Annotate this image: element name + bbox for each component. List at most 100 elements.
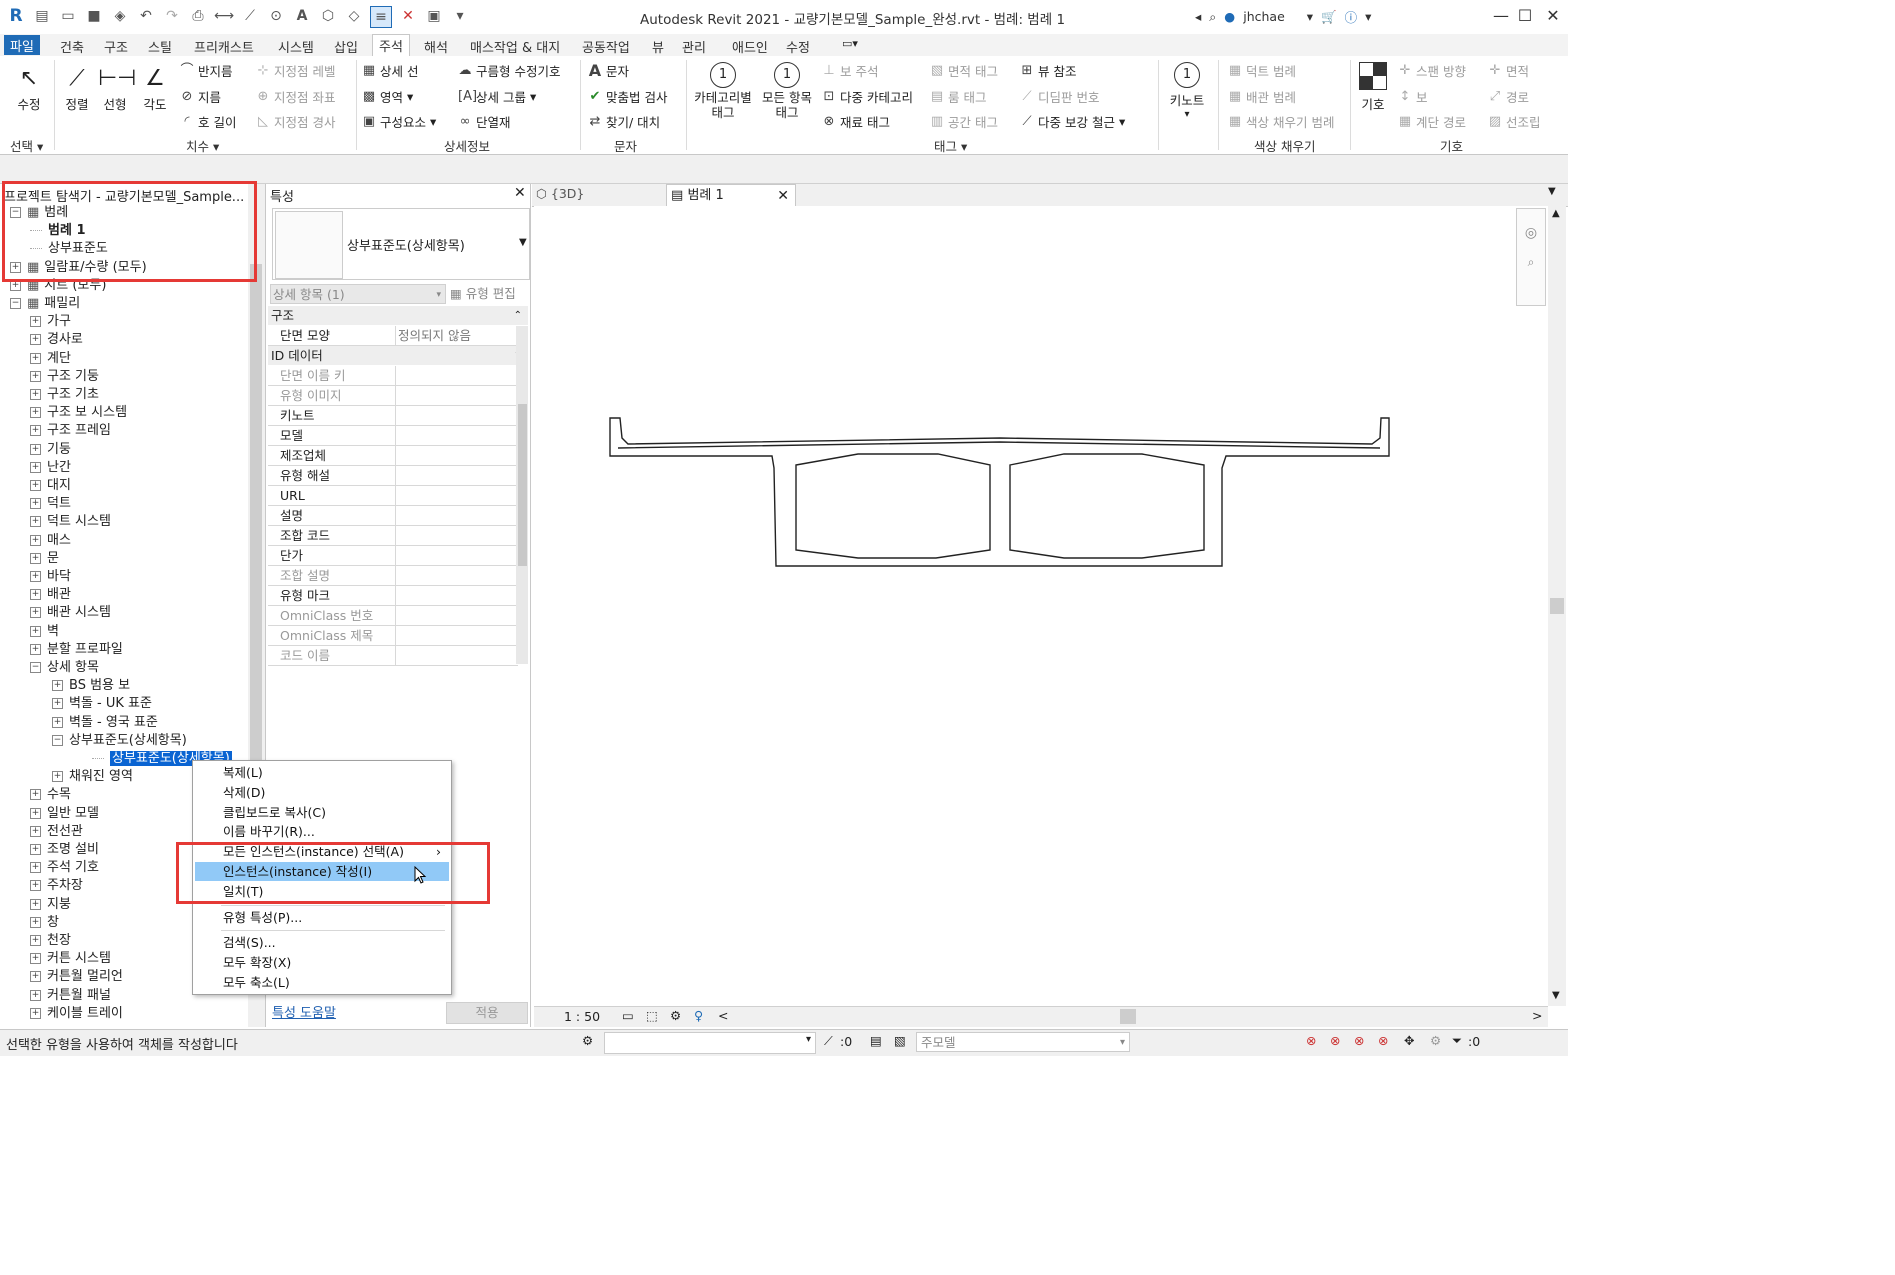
expand-icon[interactable]: + xyxy=(30,880,41,892)
tree-item[interactable]: + 구조 기초 xyxy=(30,386,99,404)
editable-only-icon[interactable]: ⟋ xyxy=(824,1033,833,1049)
dimension-icon[interactable]: ⟋ xyxy=(240,6,260,26)
expand-icon[interactable]: + xyxy=(30,789,41,801)
steering-wheel-icon[interactable]: ◎ xyxy=(1517,225,1545,241)
spot-coordinate-button[interactable]: ⊕ 지정점 좌표 xyxy=(256,87,336,106)
property-row[interactable]: 코드 이름 xyxy=(268,646,518,666)
duct-legend-button[interactable]: ▦ 덕트 범례 xyxy=(1228,61,1296,80)
ribbon-tab[interactable]: 해석 xyxy=(418,36,454,57)
expand-icon[interactable]: + xyxy=(30,516,41,528)
property-row[interactable]: 단면 이름 키 xyxy=(268,366,518,386)
expand-icon[interactable]: + xyxy=(30,625,41,637)
expand-icon[interactable]: + xyxy=(30,334,41,346)
property-row[interactable]: 단면 모양 정의되지 않음 xyxy=(268,326,518,346)
aligned-dimension-button[interactable]: ⟋ 정렬 xyxy=(60,64,94,113)
expand-icon[interactable]: + xyxy=(30,953,41,965)
area-symbol-button[interactable]: ✛ 면적 xyxy=(1488,61,1529,80)
tree-item[interactable]: + 전선관 xyxy=(30,823,83,841)
design-option-dropdown[interactable]: 주모델 ▾ xyxy=(916,1032,1130,1052)
diameter-dimension-button[interactable]: ⊘ 지름 xyxy=(180,87,221,106)
tree-item[interactable]: + 덕트 시스템 xyxy=(30,513,111,531)
tab-legend-1[interactable]: ▤ 범례 1 ✕ xyxy=(666,184,796,206)
visual-style-icon[interactable]: ⬚ xyxy=(646,1008,658,1023)
expand-icon[interactable]: + xyxy=(30,425,41,437)
property-value[interactable] xyxy=(395,506,520,525)
path-button[interactable]: ⤢ 경로 xyxy=(1488,87,1529,106)
save-icon[interactable]: ■ xyxy=(84,6,104,26)
property-scroll-thumb[interactable] xyxy=(518,404,527,566)
menu-item[interactable]: 모두 확장(X) xyxy=(195,953,449,972)
property-value[interactable] xyxy=(395,626,520,645)
pipe-legend-button[interactable]: ▦ 배관 범례 xyxy=(1228,87,1296,106)
tree-item[interactable]: − 상부표준도(상세항목) xyxy=(52,732,187,750)
ribbon-tab[interactable]: 삽입 xyxy=(328,36,364,57)
ribbon-tab[interactable]: 주석 xyxy=(372,34,410,57)
property-value[interactable] xyxy=(395,646,520,665)
property-value[interactable] xyxy=(395,406,520,425)
property-row[interactable]: 조합 코드 xyxy=(268,526,518,546)
detail-group-button[interactable]: [A] 상세 그룹 ▾ xyxy=(458,87,536,106)
expand-icon[interactable]: + xyxy=(30,352,41,364)
tree-item[interactable]: + 문 xyxy=(30,550,59,568)
expand-icon[interactable]: + xyxy=(30,844,41,855)
menu-item[interactable]: 검색(S)... xyxy=(195,933,449,952)
main-model-icon[interactable]: ▧ xyxy=(894,1033,906,1048)
expand-icon[interactable]: + xyxy=(30,643,41,655)
property-row[interactable]: 조합 설명 xyxy=(268,566,518,586)
tab-3d-view[interactable]: ⬡ {3D} xyxy=(536,186,584,201)
view-reference-button[interactable]: ⊞ 뷰 참조 xyxy=(1020,61,1077,80)
tree-item[interactable]: + 커튼월 패널 xyxy=(30,987,111,1005)
help-icon[interactable]: ⓘ xyxy=(1345,7,1358,26)
view-scale[interactable]: 1 : 50 xyxy=(564,1009,600,1024)
tag-icon[interactable]: ⊙ xyxy=(266,6,286,26)
chevron-up-icon[interactable]: ▲ xyxy=(1552,208,1560,219)
tree-item[interactable]: + 벽돌 - UK 표준 xyxy=(52,695,152,713)
tree-item[interactable]: + 벽 xyxy=(30,623,59,641)
instance-selector[interactable]: 상세 항목 (1) ▾ xyxy=(270,284,446,304)
close-hidden-icon[interactable]: ✕ xyxy=(398,6,418,26)
text-button[interactable]: A 문자 xyxy=(588,61,629,80)
tree-item[interactable]: + 창 xyxy=(30,914,59,932)
ribbon-tab[interactable]: 스틸 xyxy=(142,36,178,57)
type-selector[interactable]: 상부표준도(상세항목) ▼ xyxy=(272,208,530,280)
property-row[interactable]: 키노트 xyxy=(268,406,518,426)
expand-icon[interactable]: + xyxy=(30,807,41,819)
beam-annotation-button[interactable]: ⊥ 보 주석 xyxy=(822,61,878,80)
menu-item[interactable]: 삭제(D) xyxy=(195,783,449,802)
tree-item[interactable]: + 바닥 xyxy=(30,568,71,586)
expand-icon[interactable]: + xyxy=(30,589,41,601)
cart-icon[interactable]: 🛒 xyxy=(1321,9,1337,25)
tree-item[interactable]: + BS 범용 보 xyxy=(52,677,130,695)
area-tag-button[interactable]: ▧ 면적 태그 xyxy=(930,61,998,80)
chevron-down-icon[interactable]: ▾ xyxy=(1365,9,1371,24)
expand-icon[interactable]: + xyxy=(30,534,41,546)
panel-dimension-title[interactable]: 치수 ▾ xyxy=(186,136,219,155)
measure-icon[interactable]: ⟷ xyxy=(214,6,234,26)
switch-windows-icon[interactable]: ▣ xyxy=(424,6,444,26)
insulation-button[interactable]: ∞ 단열재 xyxy=(458,112,511,131)
expand-icon[interactable]: + xyxy=(30,607,41,619)
ribbon-tab[interactable]: 공동작업 xyxy=(576,36,636,57)
room-tag-button[interactable]: ▤ 룸 태그 xyxy=(930,87,987,106)
home-icon[interactable]: ▤ xyxy=(32,6,52,26)
open-icon[interactable]: ▭ xyxy=(58,6,78,26)
drawing-canvas[interactable]: ◎ ⌕ xyxy=(534,206,1548,1006)
chevron-down-icon[interactable]: ▼ xyxy=(1552,990,1560,1001)
user-name[interactable]: jhchae xyxy=(1243,9,1285,24)
drag-elements-icon[interactable]: ✥ xyxy=(1404,1033,1414,1048)
property-value[interactable]: 정의되지 않음 xyxy=(395,326,520,345)
3d-view-icon[interactable]: ⬡ xyxy=(318,6,338,26)
property-value[interactable] xyxy=(395,606,520,625)
ribbon-tab[interactable]: 파일 xyxy=(4,35,40,55)
ribbon-tab[interactable]: 애드인 xyxy=(726,36,774,57)
horizontal-scroll-thumb[interactable] xyxy=(1120,1009,1136,1024)
property-value[interactable] xyxy=(395,546,520,565)
panel-select-title[interactable]: 선택 ▾ xyxy=(10,136,43,155)
expand-icon[interactable]: + xyxy=(30,916,41,928)
property-value[interactable] xyxy=(395,486,520,505)
expand-icon[interactable]: + xyxy=(30,935,41,946)
find-replace-button[interactable]: ⇄ 찾기/ 대치 xyxy=(588,112,661,131)
tree-item[interactable]: + 주차장 xyxy=(30,877,83,895)
expand-icon[interactable]: + xyxy=(30,498,41,510)
tree-item[interactable]: + 주석 기호 xyxy=(30,859,99,877)
